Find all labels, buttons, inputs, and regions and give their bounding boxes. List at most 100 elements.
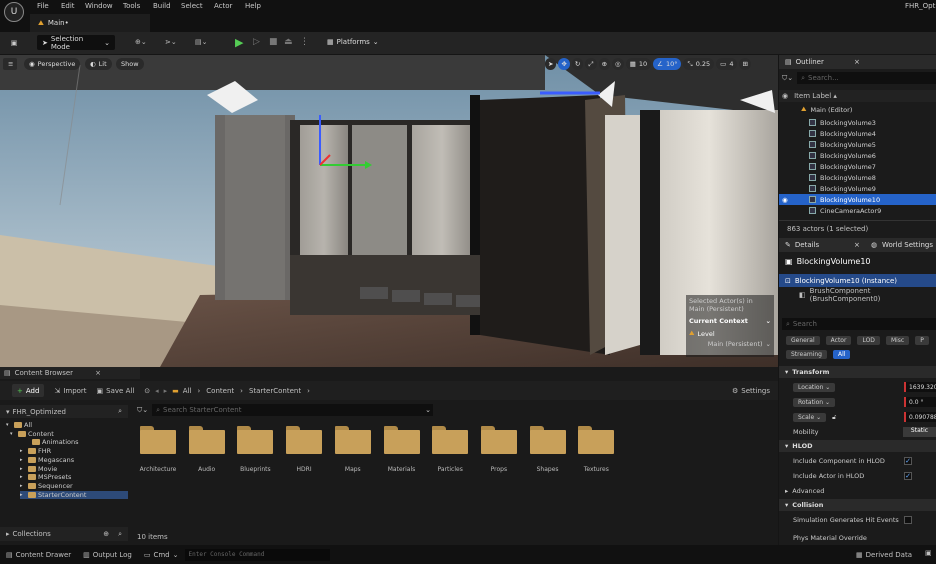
folder-icon[interactable] [140,426,176,454]
save-all-button[interactable]: ▣ Save All [97,387,135,395]
menu-tools[interactable]: Tools [123,2,140,10]
selection-mode-dropdown[interactable]: ➤ Selection Mode ⌄ [37,35,115,51]
tree-item[interactable]: Animations [24,438,79,446]
search-icon[interactable]: ⌕ [118,407,122,416]
filter-misc[interactable]: Misc [885,336,910,345]
lock-icon[interactable]: 🔓︎ [832,413,836,422]
eject-icon[interactable]: ⏏ [284,37,293,47]
folder-label[interactable]: Maps [328,466,378,473]
filter-icon[interactable]: ⛉⌄ [137,406,148,415]
menu-help[interactable]: Help [245,2,261,10]
folder-label[interactable]: Shapes [523,466,573,473]
outliner-item[interactable]: CineCameraActor9 [779,205,936,216]
platforms-dropdown[interactable]: ▦ Platforms ⌄ [327,38,379,46]
maximize-viewport-icon[interactable]: ⊞ [739,58,751,70]
folder-label[interactable]: Audio [182,466,232,473]
brush-component-row[interactable]: ◧ BrushComponent (BrushComponent0) [779,287,936,303]
menu-file[interactable]: File [37,2,49,10]
content-drawer-button[interactable]: ▤ Content Drawer [6,551,71,559]
eye-icon[interactable]: ◉ [782,196,788,204]
folder-icon[interactable] [383,426,420,454]
step-icon[interactable]: ▷ [253,37,260,47]
breadcrumb-starter-content[interactable]: StarterContent [249,387,301,395]
select-tool-icon[interactable]: ➤ [545,58,557,70]
folder-label[interactable]: HDRI [279,466,329,473]
outliner-item[interactable]: BlockingVolume3 [779,117,936,128]
chevron-right-icon[interactable]: ▸ [20,466,26,472]
filter-physics[interactable]: P [915,336,929,345]
folder-icon[interactable] [578,426,615,454]
menu-build[interactable]: Build [153,2,171,10]
outliner-column-header[interactable]: ◉ Item Label ▴ [779,90,936,102]
play-options-icon[interactable]: ⋮ [300,37,309,47]
folder-label[interactable]: Architecture [133,466,183,473]
world-settings-tab[interactable]: World Settings [882,241,933,249]
transform-section[interactable]: ▾ Transform [779,366,936,378]
blueprint-icon[interactable]: ⋗⌄ [165,38,177,46]
save-icon[interactable]: ▣ [8,37,20,48]
rotate-tool-icon[interactable]: ↻ [571,58,584,70]
filter-icon[interactable]: ⛉⌄ [782,74,793,83]
scale-x-field[interactable]: 0.090788 [904,412,936,422]
rotation-x-field[interactable]: 0.0 ° [904,397,936,407]
settings-button[interactable]: ⚙ Settings [732,387,770,395]
sim-hit-checkbox[interactable] [904,516,912,524]
details-search-input[interactable]: ⌕ Search [782,318,936,330]
breadcrumb-all[interactable]: All [183,387,192,395]
world-space-icon[interactable]: ⊕ [598,58,611,70]
import-button[interactable]: ⇲ Import [54,387,86,395]
level-value-dropdown[interactable]: Main (Persistent) ⌄ [689,340,771,348]
derived-data-button[interactable]: ▦ Derived Data [856,551,912,559]
chevron-down-icon[interactable]: ⌄ [425,406,431,414]
add-actor-icon[interactable]: ⊕⌄ [135,38,147,46]
search-icon[interactable]: ⌕ [118,530,122,539]
lit-button[interactable]: ◐ Lit [85,58,112,70]
cmd-dropdown[interactable]: ▭ Cmd ⌄ [144,551,179,559]
menu-window[interactable]: Window [85,2,113,10]
include-component-checkbox[interactable]: ✓ [904,457,912,465]
outliner-item[interactable]: BlockingVolume8 [779,172,936,183]
chevron-right-icon[interactable]: ▸ [20,483,26,489]
current-context-dropdown[interactable]: Current Context ⌄ [689,317,771,325]
camera-speed-button[interactable]: ▭ 4 [716,58,738,70]
play-icon[interactable]: ▶ [235,36,243,49]
filter-actor[interactable]: Actor [825,336,852,345]
folder-icon[interactable] [529,426,566,454]
chevron-right-icon[interactable]: ▸ [20,492,26,498]
menu-actor[interactable]: Actor [214,2,232,10]
tree-item[interactable]: ▸ StarterContent [20,490,128,499]
collision-section[interactable]: ▾ Collision [779,499,936,511]
filter-all[interactable]: All [833,350,851,359]
filter-lod[interactable]: LOD [857,336,880,345]
actor-name[interactable]: BlockingVolume10 [797,257,871,266]
viewport-menu-button[interactable]: ≡ [3,58,17,70]
outliner-item[interactable]: BlockingVolume9 [779,183,936,194]
tab-main-level[interactable]: ⛰ Main• [30,14,150,32]
collections-header[interactable]: ▸ Collections ⊕ ⌕ [0,527,128,541]
close-details-icon[interactable]: × [854,241,860,249]
close-outliner-icon[interactable]: × [854,58,860,66]
tree-item[interactable]: ▸ FHR [20,447,51,455]
breadcrumb-content[interactable]: Content [206,387,234,395]
details-title[interactable]: Details [795,241,819,249]
tree-item[interactable]: ▾ All [6,421,32,429]
stop-icon[interactable]: ■ [269,37,278,47]
outliner-item[interactable]: BlockingVolume4 [779,128,936,139]
chevron-right-icon[interactable]: ▸ [20,474,26,480]
add-collection-icon[interactable]: ⊕ [103,530,109,538]
output-log-button[interactable]: ▥ Output Log [83,551,132,559]
folder-label[interactable]: Textures [571,466,621,473]
asset-search-input[interactable]: ⌕ Search StarterContent ⌄ [152,404,433,416]
tree-item[interactable]: ▸ Sequencer [20,482,73,490]
tree-item[interactable]: ▾ Content [10,430,54,438]
eye-icon[interactable]: ◉ [782,92,788,100]
content-browser-tab[interactable]: ▤ Content Browser × [0,367,140,379]
chevron-right-icon[interactable]: ▸ [20,457,26,463]
tree-item[interactable]: ▸ Megascans [20,456,74,464]
rotation-dropdown[interactable]: Rotation ⌄ [793,397,836,407]
level-viewport[interactable]: ≡ ◉ Perspective ◐ Lit Show ➤ ✥ ↻ ⤢ ⊕ ◎ ▦ 10… [0,55,778,367]
scale-tool-icon[interactable]: ⤢ [585,58,597,70]
back-icon[interactable]: ◂ [155,387,159,395]
translate-tool-icon[interactable]: ✥ [558,58,570,70]
advanced-row[interactable]: ▸ Advanced [779,484,936,498]
